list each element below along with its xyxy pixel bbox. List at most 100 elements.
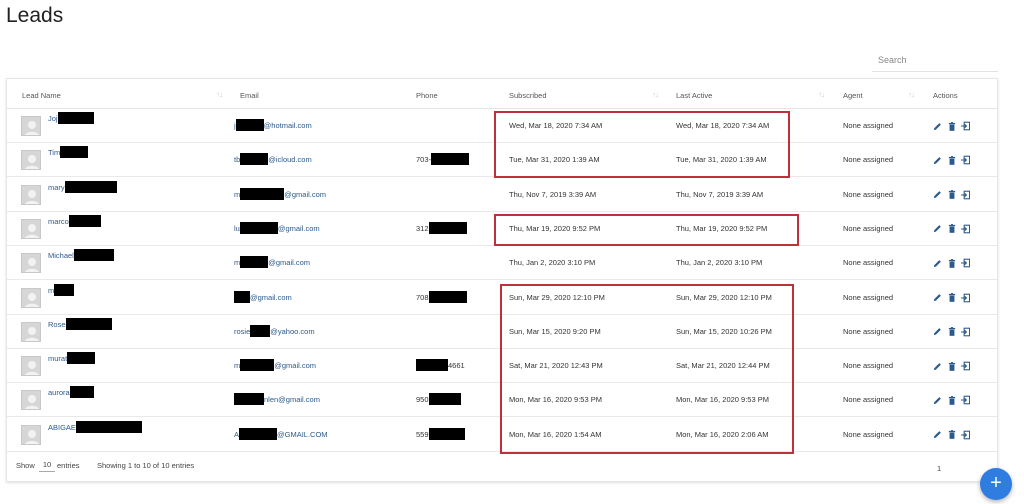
email-cell[interactable]: m @gmail.com [234,246,310,280]
subscribed-cell: Sun, Mar 29, 2020 12:10 PM [509,292,605,302]
email-link-domain: @gmail.com [284,189,327,199]
add-lead-button[interactable]: + [980,468,1012,500]
agent-cell: None assigned [843,326,894,336]
row-actions [933,349,970,383]
email-cell[interactable]: nlen@gmail.com [234,383,320,417]
redacted-block [67,352,96,365]
last-active-cell: Thu, Jan 2, 2020 3:10 PM [676,258,763,268]
phone-text: 559 [416,429,429,439]
avatar-placeholder-icon [21,253,41,274]
lead-name-cell[interactable]: murat [48,342,96,376]
edit-pencil-icon[interactable] [933,155,942,165]
email-link-domain: @gmail.com [268,258,311,268]
sort-icon[interactable]: ↑↓ [818,79,825,109]
avatar-placeholder-icon [21,218,41,239]
delete-trash-icon[interactable] [947,258,956,268]
edit-pencil-icon[interactable] [933,190,942,200]
email-cell[interactable]: m @gmail.com [234,349,316,383]
column-header-agent[interactable]: Agent [843,79,863,109]
delete-trash-icon[interactable] [947,155,956,165]
login-enter-icon[interactable] [961,430,970,440]
edit-pencil-icon[interactable] [933,361,942,371]
lead-name-cell[interactable]: Rose [48,308,112,342]
login-enter-icon[interactable] [961,258,970,268]
redacted-block [239,221,278,234]
lead-name-cell[interactable]: mary [48,171,117,205]
edit-pencil-icon[interactable] [933,293,942,303]
edit-pencil-icon[interactable] [933,395,942,405]
email-link-domain: @GMAIL.COM [277,429,328,439]
login-enter-icon[interactable] [961,224,970,234]
phone-text: 312 [416,223,429,233]
login-enter-icon[interactable] [961,395,970,405]
login-enter-icon[interactable] [961,293,970,303]
agent-cell: None assigned [843,429,894,439]
avatar-placeholder-icon [21,150,41,171]
lead-name-cell[interactable]: Tim [48,136,89,170]
email-cell[interactable]: m @gmail.com [234,178,326,212]
phone-text: 4661 [448,361,465,371]
delete-trash-icon[interactable] [947,121,956,131]
lead-name-cell[interactable]: marco [48,205,101,239]
edit-pencil-icon[interactable] [933,258,942,268]
table-row: aurora nlen@gmail.com 950 Mon, Mar 16, 2020… [7,383,997,418]
redacted-block [234,290,250,303]
edit-pencil-icon[interactable] [933,327,942,337]
login-enter-icon[interactable] [961,121,970,131]
email-cell[interactable]: @gmail.com [234,281,292,315]
delete-trash-icon[interactable] [947,361,956,371]
login-enter-icon[interactable] [961,155,970,165]
login-enter-icon[interactable] [961,361,970,371]
leads-table-card: Lead Name ↑↓ Email Phone Subscribed ↑↓ L… [6,78,998,482]
avatar-placeholder-icon [21,116,41,136]
delete-trash-icon[interactable] [947,430,956,440]
avatar-placeholder-icon [21,424,41,445]
column-header-actions: Actions [933,91,958,100]
page-length-select[interactable]: 10 [39,458,55,472]
subscribed-cell: Thu, Jan 2, 2020 3:10 PM [509,258,596,268]
redacted-block [428,221,467,234]
lead-name-cell[interactable]: ABIGAE [48,411,142,445]
email-cell[interactable]: lu @gmail.com [234,212,320,246]
login-enter-icon[interactable] [961,190,970,200]
search-input[interactable] [872,48,998,71]
column-header-email[interactable]: Email [240,79,259,109]
email-cell[interactable]: j@hotmail.com [234,109,312,143]
edit-pencil-icon[interactable] [933,121,942,131]
edit-pencil-icon[interactable] [933,224,942,234]
sort-icon[interactable]: ↑↓ [908,79,915,109]
column-header-subscribed[interactable]: Subscribed [509,79,547,109]
sort-icon[interactable]: ↑↓ [216,79,223,109]
delete-trash-icon[interactable] [947,224,956,234]
row-actions [933,212,970,246]
last-active-cell: Sun, Mar 29, 2020 12:10 PM [676,292,772,302]
delete-trash-icon[interactable] [947,395,956,405]
email-link-domain: @hotmail.com [263,121,312,130]
redacted-block [428,290,467,303]
delete-trash-icon[interactable] [947,190,956,200]
column-header-last-active[interactable]: Last Active [676,79,712,109]
last-active-cell: Wed, Mar 18, 2020 7:34 AM [676,121,770,130]
login-enter-icon[interactable] [961,327,970,337]
row-actions [933,178,970,212]
email-cell[interactable]: rosie @yahoo.com [234,315,315,349]
delete-trash-icon[interactable] [947,327,956,337]
redacted-block [428,427,465,440]
lead-name-cell[interactable]: aurora [48,376,94,410]
row-actions [933,109,970,143]
lead-name-cell[interactable]: Joj [48,102,94,136]
redacted-block [240,187,285,200]
search-box[interactable] [872,48,998,72]
pagination-page-1[interactable]: 1 [937,464,941,473]
table-row: mary m @gmail.com Thu, Nov 7, 2019 3:39 AM T… [7,178,997,212]
lead-name-cell[interactable]: Michael [48,239,114,273]
email-cell[interactable]: A @GMAIL.COM [234,418,328,452]
sort-icon[interactable]: ↑↓ [652,79,659,109]
avatar-placeholder-icon [21,390,41,411]
last-active-cell: Sat, Mar 21, 2020 12:44 PM [676,361,770,371]
email-cell[interactable]: tb @icloud.com [234,143,312,177]
column-header-phone[interactable]: Phone [416,79,438,109]
edit-pencil-icon[interactable] [933,430,942,440]
lead-name-cell[interactable]: m [48,274,75,308]
delete-trash-icon[interactable] [947,293,956,303]
